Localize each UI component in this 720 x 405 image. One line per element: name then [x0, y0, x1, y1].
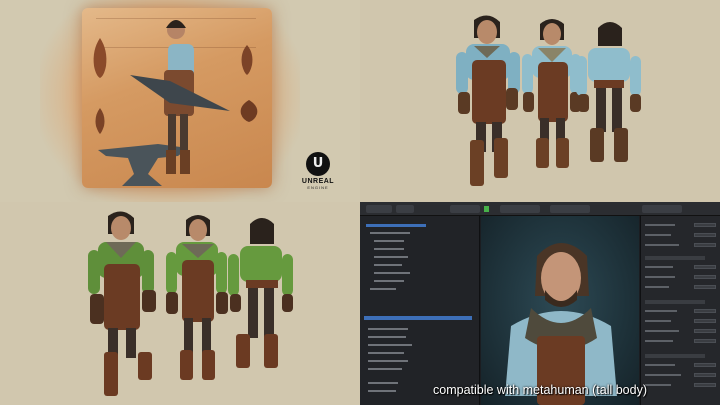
- prop-field[interactable]: [694, 285, 716, 289]
- unreal-editor-panel: [360, 202, 720, 405]
- component-row[interactable]: [368, 352, 404, 354]
- prop-label: [645, 320, 671, 322]
- tree-row[interactable]: [374, 264, 402, 266]
- figure-front-left: [456, 15, 520, 186]
- prop-label: [645, 310, 677, 312]
- tree-row[interactable]: [374, 280, 404, 282]
- prop-field[interactable]: [694, 363, 716, 367]
- tree-row[interactable]: [370, 232, 410, 234]
- component-header[interactable]: [364, 316, 472, 320]
- toolbar-group[interactable]: [500, 205, 540, 213]
- flask-sketch-right: [240, 100, 258, 122]
- details-tab[interactable]: [642, 205, 682, 213]
- editor-tab[interactable]: [396, 205, 414, 213]
- tree-row[interactable]: [374, 256, 408, 258]
- figure-back-right: [576, 22, 641, 162]
- play-icon[interactable]: [484, 206, 489, 212]
- prop-label: [645, 330, 679, 332]
- prop-field[interactable]: [694, 265, 716, 269]
- metahuman-preview: [505, 243, 617, 405]
- blue-figures: [456, 15, 641, 186]
- tree-row[interactable]: [374, 248, 404, 250]
- outliner-panel[interactable]: [360, 216, 480, 405]
- prop-field[interactable]: [694, 223, 716, 227]
- figure-front-center: [522, 19, 581, 168]
- prop-field[interactable]: [694, 243, 716, 247]
- component-row[interactable]: [368, 344, 412, 346]
- component-row[interactable]: [368, 336, 406, 338]
- prop-label: [645, 276, 675, 278]
- editor-tab[interactable]: [366, 205, 392, 213]
- section-header[interactable]: [645, 354, 705, 358]
- logo-sub: ENGINE: [307, 185, 329, 190]
- component-row[interactable]: [368, 328, 408, 330]
- prop-field[interactable]: [694, 319, 716, 323]
- prop-field[interactable]: [694, 339, 716, 343]
- prop-label: [645, 266, 673, 268]
- green-figure-back: [228, 218, 293, 368]
- blue-outfit-turnaround: [360, 0, 720, 202]
- toolbar-group[interactable]: [550, 205, 590, 213]
- prop-field[interactable]: [694, 275, 716, 279]
- toolbar-group[interactable]: [450, 205, 480, 213]
- prop-field[interactable]: [694, 233, 716, 237]
- prop-label: [645, 286, 669, 288]
- component-row[interactable]: [368, 368, 402, 370]
- concept-art-panel: U UNREAL ENGINE: [0, 0, 360, 202]
- green-outfit-turnaround: [0, 202, 360, 405]
- video-caption: compatible with metahuman (tall body): [433, 383, 647, 397]
- section-header[interactable]: [645, 300, 705, 304]
- tree-row[interactable]: [374, 240, 404, 242]
- prop-label: [645, 224, 675, 226]
- component-row[interactable]: [368, 360, 408, 362]
- vase-sketch-left: [93, 38, 107, 78]
- prop-label: [645, 340, 673, 342]
- tree-row[interactable]: [366, 224, 426, 227]
- unreal-engine-logo-icon: U: [306, 152, 330, 176]
- prop-field[interactable]: [694, 373, 716, 377]
- section-header[interactable]: [645, 256, 705, 260]
- vase-sketch-right: [241, 45, 253, 75]
- prop-label: [645, 234, 671, 236]
- unreal-engine-logo: U UNREAL ENGINE: [298, 152, 338, 190]
- green-figure-left: [88, 211, 156, 396]
- prop-label: [645, 364, 675, 366]
- tree-row[interactable]: [374, 272, 410, 274]
- green-figures: [88, 211, 293, 396]
- tool-sketch-left: [95, 108, 105, 134]
- prop-field[interactable]: [694, 309, 716, 313]
- viewport[interactable]: [481, 216, 639, 405]
- prop-label: [645, 244, 679, 246]
- editor-toolbar: [360, 202, 720, 216]
- prop-label: [645, 374, 681, 376]
- logo-word: UNREAL: [301, 178, 335, 185]
- details-panel[interactable]: [640, 216, 720, 405]
- green-figure-center: [166, 215, 228, 380]
- prop-field[interactable]: [694, 329, 716, 333]
- tree-row[interactable]: [370, 288, 396, 290]
